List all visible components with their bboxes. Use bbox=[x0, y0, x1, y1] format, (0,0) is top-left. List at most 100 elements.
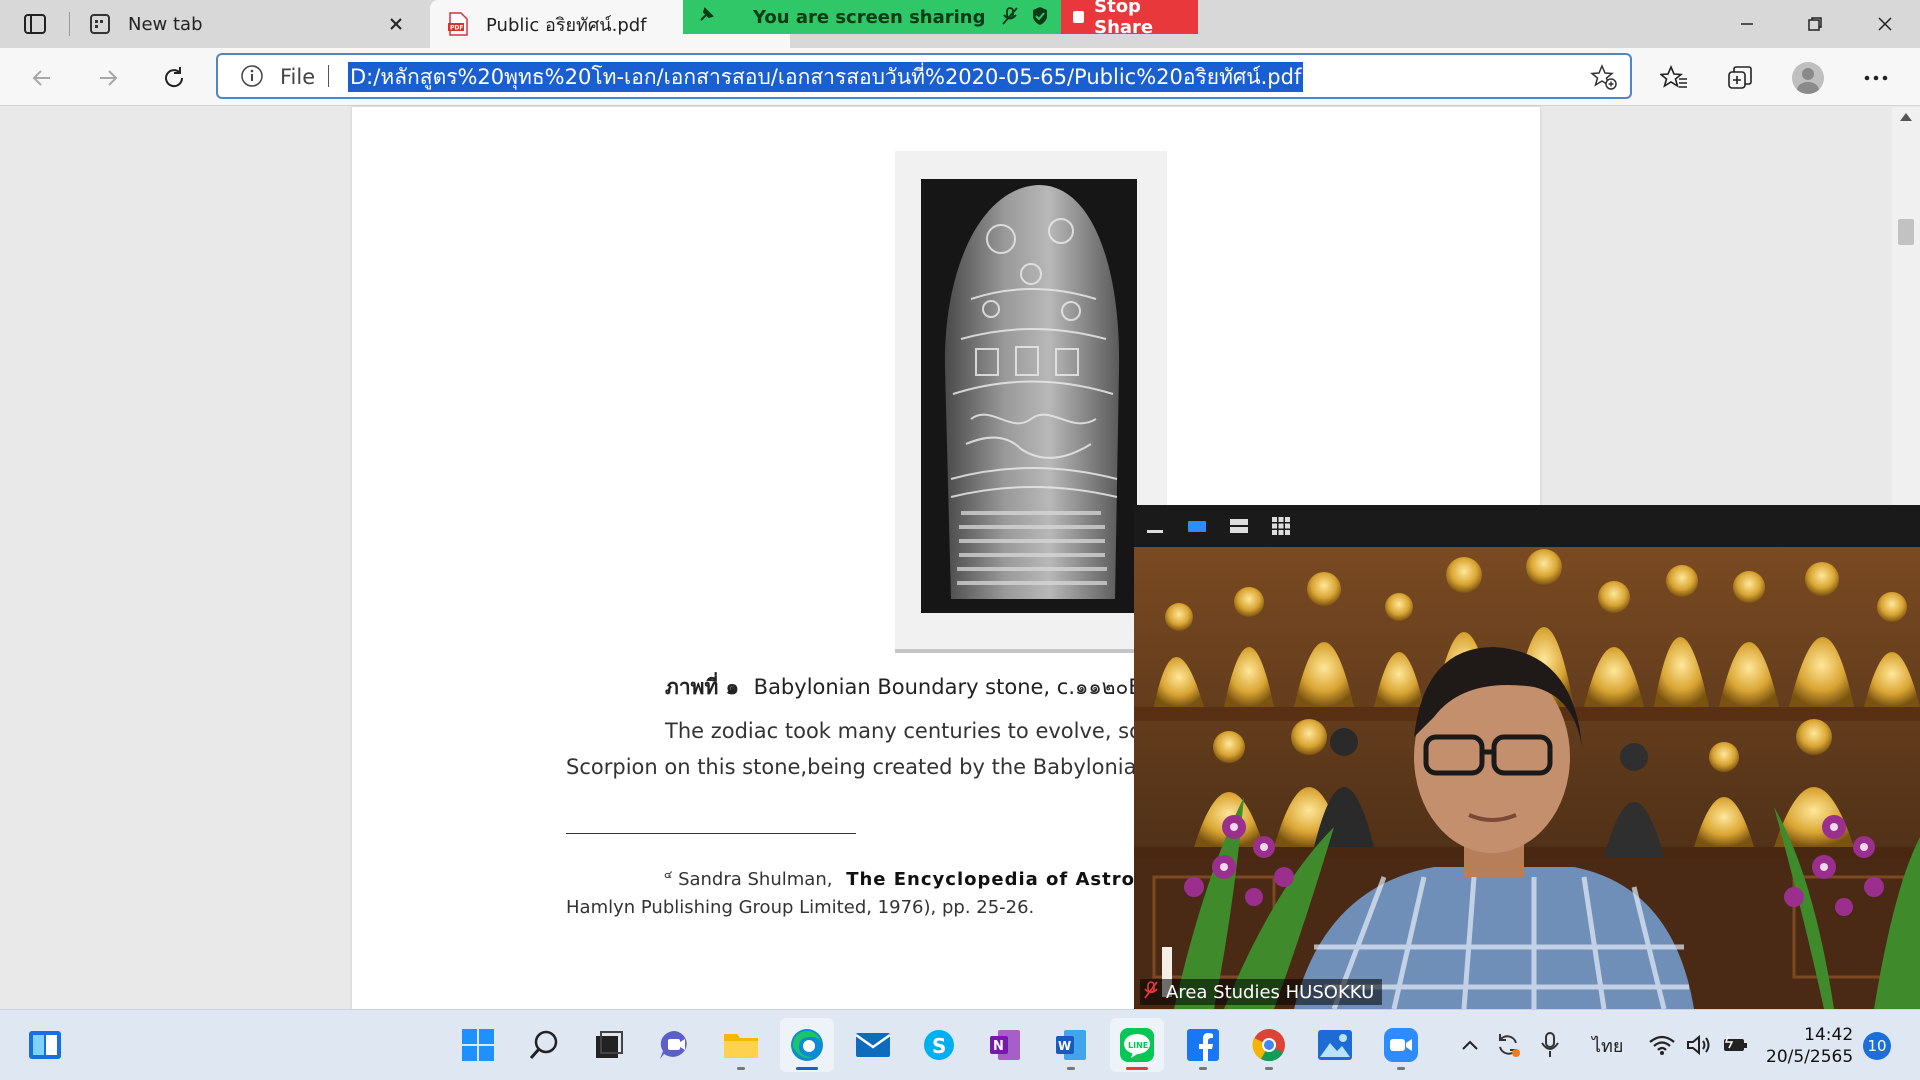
tab-strip: New tab PDF Public อริยทัศน์.pdf You are… bbox=[0, 0, 1920, 48]
svg-text:W: W bbox=[1058, 1039, 1071, 1053]
clock-time: 14:42 bbox=[1804, 1025, 1854, 1045]
footnote-divider bbox=[566, 833, 856, 834]
zoom-panel-toolbar bbox=[1134, 505, 1920, 547]
mail-icon[interactable] bbox=[846, 1018, 900, 1072]
participant-name-label: Area Studies HUSOKKU bbox=[1140, 979, 1383, 1005]
share-pin-icon[interactable] bbox=[697, 6, 715, 29]
pdf-file-icon: PDF bbox=[446, 12, 470, 36]
svg-text:N: N bbox=[993, 1039, 1004, 1054]
figure-caption-prefix: ภาพที่ ๑ bbox=[665, 675, 739, 699]
running-indicator bbox=[737, 1067, 745, 1070]
svg-text:PDF: PDF bbox=[450, 25, 463, 32]
onenote-icon[interactable]: N bbox=[978, 1018, 1032, 1072]
zoom-app-icon[interactable] bbox=[1374, 1018, 1428, 1072]
teams-chat-icon[interactable] bbox=[648, 1018, 702, 1072]
facebook-icon[interactable] bbox=[1176, 1018, 1230, 1072]
tab-actions-icon[interactable] bbox=[18, 9, 52, 39]
minimize-video-icon[interactable] bbox=[1144, 515, 1166, 537]
favorites-icon[interactable] bbox=[1656, 60, 1692, 96]
tab-label: Public อริยทัศน์.pdf bbox=[486, 14, 647, 36]
stop-share-button[interactable]: Stop Share bbox=[1061, 0, 1198, 38]
address-divider bbox=[328, 65, 329, 87]
wifi-icon[interactable] bbox=[1648, 1030, 1676, 1060]
url-scheme-label: File bbox=[280, 65, 316, 89]
strip-view-icon[interactable] bbox=[1228, 515, 1250, 537]
refresh-button[interactable] bbox=[156, 60, 192, 96]
screen-share-banner: You are screen sharing Stop Share bbox=[683, 0, 1198, 38]
microphone-icon[interactable] bbox=[1540, 1030, 1560, 1060]
url-text[interactable]: D:/หลักสูตร%20พุทธ%20โท-เอก/เอกสารสอบ/เอ… bbox=[348, 62, 1304, 92]
file-explorer-icon[interactable] bbox=[714, 1018, 768, 1072]
browser-toolbar: File D:/หลักสูตร%20พุทธ%20โท-เอก/เอกสารส… bbox=[0, 48, 1920, 106]
restore-window-button[interactable] bbox=[1792, 8, 1838, 40]
running-indicator bbox=[796, 1067, 818, 1070]
active-speaker-view-icon[interactable] bbox=[1186, 515, 1208, 537]
search-icon[interactable] bbox=[517, 1018, 571, 1072]
footnote-author: Sandra Shulman, bbox=[678, 869, 833, 890]
start-button[interactable] bbox=[451, 1018, 505, 1072]
tab-new-tab[interactable]: New tab bbox=[70, 0, 422, 48]
participant-name: Area Studies HUSOKKU bbox=[1166, 981, 1375, 1003]
input-language-indicator[interactable]: ไทย bbox=[1592, 1030, 1623, 1060]
profile-button[interactable] bbox=[1790, 60, 1826, 96]
figure-frame bbox=[895, 151, 1167, 653]
screen-sharing-text: You are screen sharing bbox=[753, 6, 986, 28]
stop-share-label: Stop Share bbox=[1094, 0, 1154, 38]
show-hidden-icons-chevron-icon[interactable] bbox=[1460, 1030, 1480, 1060]
word-icon[interactable]: W bbox=[1044, 1018, 1098, 1072]
notification-count-badge[interactable]: 10 bbox=[1863, 1032, 1891, 1060]
clock-date: 20/5/2565 bbox=[1766, 1047, 1854, 1067]
address-bar[interactable]: File D:/หลักสูตร%20พุทธ%20โท-เอก/เอกสารส… bbox=[216, 53, 1632, 99]
stop-icon bbox=[1073, 11, 1085, 23]
task-view-icon[interactable] bbox=[582, 1018, 636, 1072]
svg-text:LINE: LINE bbox=[1128, 1041, 1148, 1050]
footnote-marker: ๔ bbox=[664, 868, 673, 881]
edge-browser-icon[interactable] bbox=[780, 1018, 834, 1072]
battery-charging-icon[interactable] bbox=[1722, 1030, 1750, 1060]
running-indicator bbox=[1126, 1067, 1148, 1070]
chrome-icon[interactable] bbox=[1242, 1018, 1296, 1072]
mute-microphone-icon[interactable] bbox=[1001, 6, 1019, 31]
close-icon[interactable] bbox=[384, 12, 408, 36]
avatar bbox=[1792, 62, 1824, 94]
collections-icon[interactable] bbox=[1722, 60, 1758, 96]
close-window-button[interactable] bbox=[1862, 8, 1908, 40]
new-tab-page-icon bbox=[88, 12, 112, 36]
running-indicator bbox=[1199, 1067, 1207, 1070]
running-indicator bbox=[1067, 1067, 1075, 1070]
volume-icon[interactable] bbox=[1686, 1030, 1714, 1060]
running-indicator bbox=[1397, 1067, 1405, 1070]
settings-more-icon[interactable] bbox=[1858, 60, 1894, 96]
svg-text:S: S bbox=[932, 1034, 946, 1058]
footnote-line: Hamlyn Publishing Group Limited, 1976), … bbox=[566, 897, 1035, 918]
babylonian-boundary-stone-image bbox=[921, 179, 1137, 613]
widgets-button[interactable] bbox=[18, 1018, 72, 1072]
scrollbar-thumb[interactable] bbox=[1898, 219, 1914, 245]
muted-microphone-icon bbox=[1144, 980, 1158, 1004]
system-clock[interactable]: 14:42 20/5/2565 bbox=[1766, 1024, 1853, 1068]
participant-video-feed: Area Studies HUSOKKU bbox=[1134, 547, 1920, 1009]
forward-button[interactable] bbox=[90, 60, 126, 96]
photos-icon[interactable] bbox=[1308, 1018, 1362, 1072]
skype-icon[interactable]: S bbox=[912, 1018, 966, 1072]
back-button[interactable] bbox=[24, 60, 60, 96]
zoom-video-panel[interactable]: Area Studies HUSOKKU bbox=[1134, 505, 1920, 1009]
scroll-up-arrow-icon[interactable] bbox=[1900, 113, 1912, 121]
screen-sharing-status: You are screen sharing bbox=[683, 0, 1061, 34]
figure-caption-text: Babylonian Boundary stone, c.๑๑๒๐B.C bbox=[753, 675, 1165, 699]
footnote-title: The Encyclopedia of Astrology bbox=[846, 869, 1183, 890]
figure-caption: ภาพที่ ๑ Babylonian Boundary stone, c.๑๑… bbox=[665, 671, 1164, 704]
info-icon[interactable] bbox=[240, 64, 264, 92]
security-shield-icon[interactable] bbox=[1031, 6, 1049, 31]
paragraph-line: The zodiac took many centuries to evolve… bbox=[665, 719, 1151, 743]
paragraph-line: Scorpion on this stone,being created by … bbox=[566, 755, 1182, 779]
gallery-view-icon[interactable] bbox=[1270, 515, 1292, 537]
tab-label: New tab bbox=[128, 13, 203, 35]
windows-taskbar: S N W LINE ไทย 14:42 20/5/2565 10 bbox=[0, 1009, 1920, 1080]
footnote-line: ๔ Sandra Shulman, The Encyclopedia of As… bbox=[664, 865, 1182, 890]
add-favorite-icon[interactable] bbox=[1590, 63, 1618, 95]
minimize-window-button[interactable] bbox=[1724, 8, 1770, 40]
running-indicator bbox=[1265, 1067, 1273, 1070]
line-app-icon[interactable]: LINE bbox=[1110, 1018, 1164, 1072]
sync-icon[interactable] bbox=[1494, 1030, 1522, 1060]
